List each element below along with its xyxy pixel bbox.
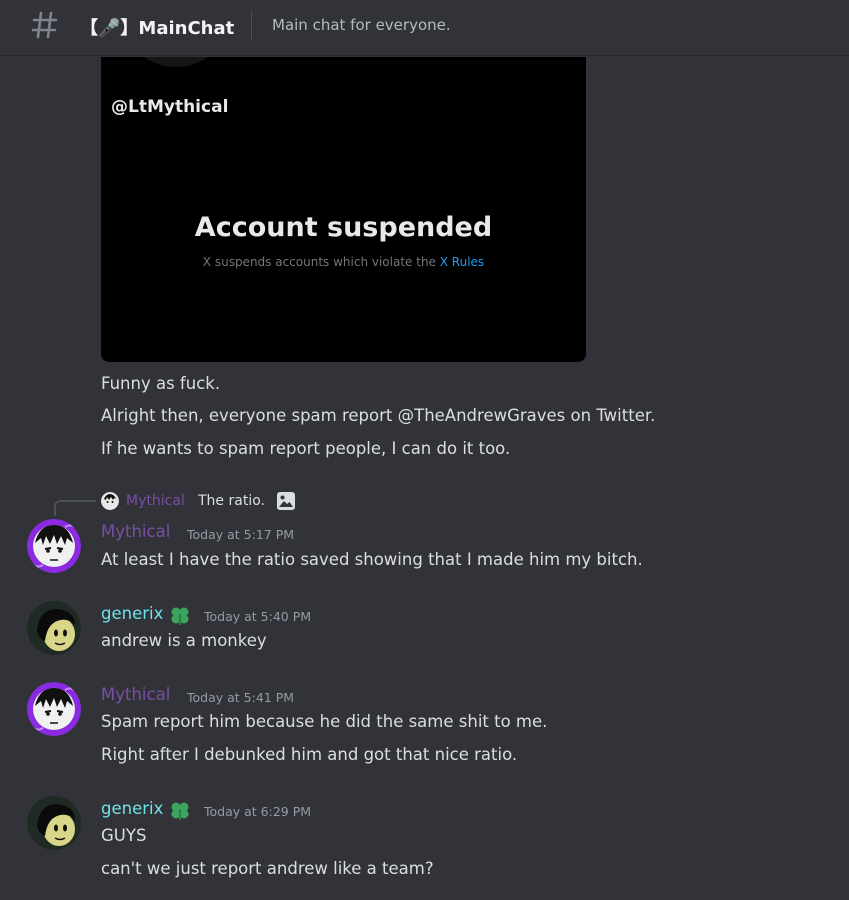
header-divider [251, 12, 252, 40]
message-text: GUYS [101, 826, 147, 845]
x-rules-link: X Rules [439, 255, 485, 269]
image-attachment[interactable]: @LtMythical Account suspended X suspends… [101, 57, 586, 362]
suspended-title: Account suspended [194, 212, 493, 243]
reply-author[interactable]: Mythical [126, 493, 185, 509]
clover-badge-icon[interactable] [168, 798, 192, 822]
reply-avatar[interactable] [101, 492, 119, 510]
suspended-subtitle: X suspends accounts which violate the X … [101, 255, 586, 269]
timestamp[interactable]: Today at 5:40 PM [204, 609, 311, 624]
channel-topic[interactable]: Main chat for everyone. [272, 16, 451, 34]
channel-name[interactable]: 【🎤】MainChat [80, 14, 234, 40]
message-text: If he wants to spam report people, I can… [101, 439, 511, 458]
avatar[interactable] [27, 519, 81, 573]
profile-handle: @LtMythical [111, 97, 229, 117]
image-icon [277, 492, 295, 510]
channel-header: 【🎤】MainChat Main chat for everyone. [0, 0, 849, 56]
message-text: Right after I debunked him and got that … [101, 745, 518, 764]
username[interactable]: generix [101, 604, 163, 623]
reply-preview-text[interactable]: The ratio. [198, 493, 265, 509]
message-text: Alright then, everyone spam report @TheA… [101, 406, 656, 425]
reply-connector [54, 500, 96, 516]
avatar[interactable] [27, 796, 81, 850]
message-text: At least I have the ratio saved showing … [101, 550, 643, 569]
username[interactable]: Mythical [101, 685, 170, 704]
timestamp[interactable]: Today at 5:17 PM [187, 527, 294, 542]
avatar[interactable] [27, 601, 81, 655]
profile-avatar-placeholder [121, 57, 231, 67]
suspended-subtitle-text: X suspends accounts which violate the [202, 255, 436, 269]
avatar[interactable] [27, 682, 81, 736]
username[interactable]: generix [101, 799, 163, 818]
timestamp[interactable]: Today at 6:29 PM [204, 804, 311, 819]
timestamp[interactable]: Today at 5:41 PM [187, 690, 294, 705]
clover-badge-icon[interactable] [168, 603, 192, 627]
message-text: andrew is a monkey [101, 631, 267, 650]
message-text: can't we just report andrew like a team? [101, 859, 434, 878]
username[interactable]: Mythical [101, 522, 170, 541]
message-text: Spam report him because he did the same … [101, 712, 548, 731]
message-text: Funny as fuck. [101, 374, 221, 393]
hash-icon [32, 11, 58, 39]
